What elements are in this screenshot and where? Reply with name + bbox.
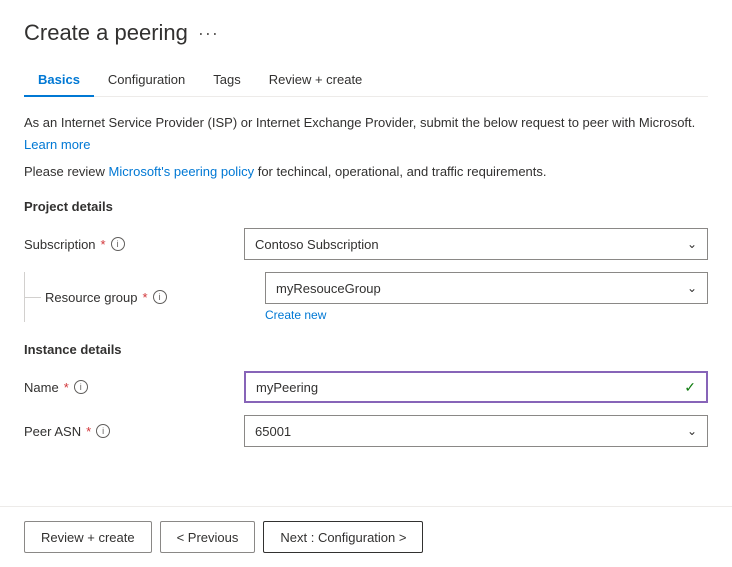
learn-more-link[interactable]: Learn more [24, 137, 90, 152]
resource-group-label: Resource group [45, 290, 138, 305]
peering-policy-link[interactable]: Microsoft's peering policy [109, 164, 255, 179]
review-create-button[interactable]: Review + create [24, 521, 152, 553]
resource-group-info-icon[interactable]: i [153, 290, 167, 304]
next-configuration-button[interactable]: Next : Configuration > [263, 521, 423, 553]
create-new-link[interactable]: Create new [265, 308, 326, 322]
policy-text: Please review Microsoft's peering policy… [24, 162, 708, 182]
tab-tags[interactable]: Tags [199, 64, 254, 97]
name-required: * [64, 380, 69, 395]
instance-details-label: Instance details [24, 342, 708, 357]
project-details-label: Project details [24, 199, 708, 214]
peer-asn-info-icon[interactable]: i [96, 424, 110, 438]
tab-bar: Basics Configuration Tags Review + creat… [24, 64, 708, 97]
name-label: Name [24, 380, 59, 395]
subscription-row: Subscription * i Contoso Subscription ⌄ [24, 228, 708, 260]
peer-asn-chevron-icon: ⌄ [687, 424, 697, 438]
name-row: Name * i myPeering ✓ [24, 371, 708, 403]
more-options-icon[interactable]: ··· [198, 23, 219, 44]
peer-asn-label: Peer ASN [24, 424, 81, 439]
subscription-chevron-icon: ⌄ [687, 237, 697, 251]
resource-group-required: * [143, 290, 148, 305]
tab-review-create[interactable]: Review + create [255, 64, 377, 97]
peer-asn-dropdown[interactable]: 65001 ⌄ [244, 415, 708, 447]
peer-asn-required: * [86, 424, 91, 439]
resource-group-chevron-icon: ⌄ [687, 281, 697, 295]
description-text: As an Internet Service Provider (ISP) or… [24, 113, 708, 133]
name-input[interactable]: myPeering ✓ [244, 371, 708, 403]
subscription-info-icon[interactable]: i [111, 237, 125, 251]
subscription-dropdown[interactable]: Contoso Subscription ⌄ [244, 228, 708, 260]
resource-group-row: Resource group * i myResouceGroup ⌄ Crea… [24, 272, 708, 322]
page-title: Create a peering [24, 20, 188, 46]
resource-group-dropdown[interactable]: myResouceGroup ⌄ [265, 272, 708, 304]
footer: Review + create < Previous Next : Config… [0, 506, 732, 567]
tab-configuration[interactable]: Configuration [94, 64, 199, 97]
subscription-required: * [101, 237, 106, 252]
peer-asn-row: Peer ASN * i 65001 ⌄ [24, 415, 708, 447]
name-info-icon[interactable]: i [74, 380, 88, 394]
tab-basics[interactable]: Basics [24, 64, 94, 97]
name-check-icon: ✓ [684, 379, 696, 396]
subscription-label: Subscription [24, 237, 96, 252]
previous-button[interactable]: < Previous [160, 521, 256, 553]
